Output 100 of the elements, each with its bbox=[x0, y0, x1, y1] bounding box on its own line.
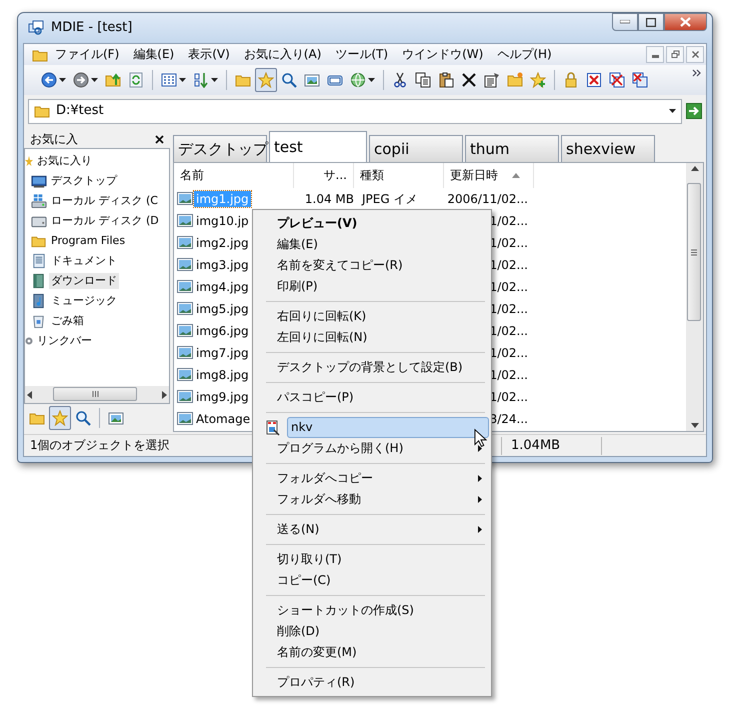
file-name[interactable]: img4.jpg bbox=[194, 278, 251, 296]
menu-item[interactable]: 左回りに回転(N) bbox=[255, 327, 489, 348]
caret-icon bbox=[211, 78, 218, 82]
child-restore-button[interactable] bbox=[666, 46, 684, 63]
file-name[interactable]: img7.jpg bbox=[194, 344, 251, 362]
tab[interactable]: thum bbox=[465, 135, 559, 162]
star-button[interactable] bbox=[49, 406, 71, 430]
file-name[interactable]: img8.jpg bbox=[194, 366, 251, 384]
menu-item[interactable]: ショートカットの作成(S) bbox=[255, 600, 489, 621]
menu-item[interactable]: ツール(T) bbox=[328, 47, 396, 62]
close-icon[interactable] bbox=[155, 134, 164, 144]
new-folder-icon bbox=[507, 72, 523, 88]
horizontal-scrollbar[interactable] bbox=[25, 386, 169, 403]
back-icon bbox=[41, 72, 57, 88]
go-button[interactable] bbox=[686, 103, 702, 119]
modified-date: 1/02... bbox=[490, 368, 528, 382]
menu-item[interactable]: nkv bbox=[287, 417, 489, 438]
menu-item[interactable]: 名前の変更(M) bbox=[255, 642, 489, 663]
menu-item[interactable]: ファイル(F) bbox=[48, 47, 126, 62]
monitor-icon bbox=[31, 173, 47, 189]
tree-item[interactable]: デスクトップ bbox=[49, 173, 119, 189]
forward-icon bbox=[73, 72, 89, 88]
tree-item[interactable]: ローカル ディスク (D bbox=[49, 213, 161, 229]
child-close-button[interactable] bbox=[686, 46, 704, 63]
file-name[interactable]: Atomage bbox=[194, 410, 252, 428]
star-icon bbox=[258, 72, 274, 88]
tree-item[interactable]: ローカル ディスク (C bbox=[49, 193, 160, 209]
submenu-arrow-icon bbox=[478, 445, 482, 452]
modified-date: 1/02... bbox=[490, 346, 528, 360]
file-type: JPEG イメ bbox=[362, 192, 418, 206]
menu-item[interactable]: 削除(D) bbox=[255, 621, 489, 642]
menu-item[interactable]: プロパティ(R) bbox=[255, 672, 489, 693]
lock-icon bbox=[563, 72, 579, 88]
modified-date: 1/02... bbox=[490, 258, 528, 272]
file-name[interactable]: img2.jpg bbox=[194, 234, 251, 252]
picture-icon bbox=[304, 72, 320, 88]
menu-item[interactable]: 送る(N) bbox=[255, 519, 489, 540]
minimize-button[interactable] bbox=[612, 13, 638, 31]
menu-item[interactable]: 右回りに回転(K) bbox=[255, 306, 489, 327]
submenu-arrow-icon bbox=[478, 526, 482, 533]
caret-icon[interactable] bbox=[669, 109, 676, 113]
menu-item[interactable]: 編集(E) bbox=[255, 234, 489, 255]
tree-item[interactable]: ごみ箱 bbox=[49, 313, 86, 329]
caret-icon bbox=[179, 78, 186, 82]
search-icon bbox=[281, 72, 297, 88]
star-button[interactable] bbox=[255, 68, 277, 92]
file-name[interactable]: img6.jpg bbox=[194, 322, 251, 340]
vertical-scrollbar[interactable] bbox=[686, 163, 703, 431]
scroll-thumb[interactable] bbox=[53, 387, 137, 401]
tab[interactable]: copii bbox=[369, 135, 463, 162]
menu-item[interactable]: 切り取り(T) bbox=[255, 549, 489, 570]
image-file-icon bbox=[177, 279, 193, 294]
scroll-thumb[interactable] bbox=[687, 183, 701, 321]
menu-item[interactable]: パスコピー(P) bbox=[255, 387, 489, 408]
grip-icon bbox=[691, 248, 697, 256]
tree-item[interactable]: ミュージック bbox=[49, 293, 119, 309]
caret-icon bbox=[91, 78, 98, 82]
caret-icon bbox=[59, 78, 66, 82]
maximize-icon bbox=[646, 18, 656, 26]
tree-item[interactable]: ダウンロード bbox=[49, 273, 119, 289]
tab[interactable]: test bbox=[269, 131, 367, 162]
tree-item[interactable]: リンクバー bbox=[35, 333, 94, 349]
image-file-icon bbox=[177, 191, 193, 206]
menu-item[interactable]: プレビュー(V) bbox=[255, 213, 489, 234]
image-file-icon bbox=[177, 323, 193, 338]
maximize-button[interactable] bbox=[638, 13, 664, 31]
close-others-icon bbox=[632, 72, 648, 88]
close-button[interactable] bbox=[664, 13, 707, 31]
properties-icon bbox=[484, 72, 500, 88]
file-name[interactable]: img3.jpg bbox=[194, 256, 251, 274]
file-name[interactable]: img10.jp bbox=[194, 212, 251, 230]
file-size: 1.04 MB bbox=[304, 192, 354, 206]
modified-date: 1/02... bbox=[490, 214, 528, 228]
file-name[interactable]: img9.jpg bbox=[194, 388, 251, 406]
modified-date: 1/02... bbox=[490, 324, 528, 338]
menu-item[interactable]: お気に入り(A) bbox=[236, 47, 328, 62]
menu-item[interactable]: ヘルプ(H) bbox=[490, 47, 559, 62]
menu-item[interactable]: フォルダへ移動 bbox=[255, 489, 489, 510]
menu-item[interactable]: 表示(V) bbox=[181, 47, 237, 62]
tree-item[interactable]: お気に入り bbox=[35, 153, 94, 169]
menu-item[interactable]: フォルダへコピー bbox=[255, 468, 489, 489]
tab[interactable]: デスクトップ bbox=[173, 135, 267, 162]
menu-item[interactable]: プログラムから開く(H) bbox=[255, 438, 489, 459]
menu-item[interactable]: コピー(C) bbox=[255, 570, 489, 591]
status-text: 1.04MB bbox=[511, 438, 560, 454]
address-field[interactable]: D:¥test bbox=[28, 98, 682, 124]
tab[interactable]: shexview bbox=[561, 135, 655, 162]
menu-item[interactable]: ウインドウ(W) bbox=[395, 47, 490, 62]
tree-item[interactable]: Program Files bbox=[49, 233, 128, 249]
menu-item[interactable]: デスクトップの背景として設定(B) bbox=[255, 357, 489, 378]
menu-item[interactable]: 名前を変えてコピー(R) bbox=[255, 255, 489, 276]
child-minimize-button[interactable] bbox=[646, 46, 664, 63]
file-name[interactable]: img5.jpg bbox=[194, 300, 251, 318]
tree-item[interactable]: ドキュメント bbox=[49, 253, 119, 269]
drive-icon bbox=[31, 193, 47, 209]
globe-icon bbox=[350, 72, 366, 88]
chevron-icon[interactable] bbox=[692, 69, 702, 77]
menu-item[interactable]: 印刷(P) bbox=[255, 276, 489, 297]
menu-item[interactable]: 編集(E) bbox=[126, 47, 182, 62]
close-icon bbox=[690, 50, 700, 59]
